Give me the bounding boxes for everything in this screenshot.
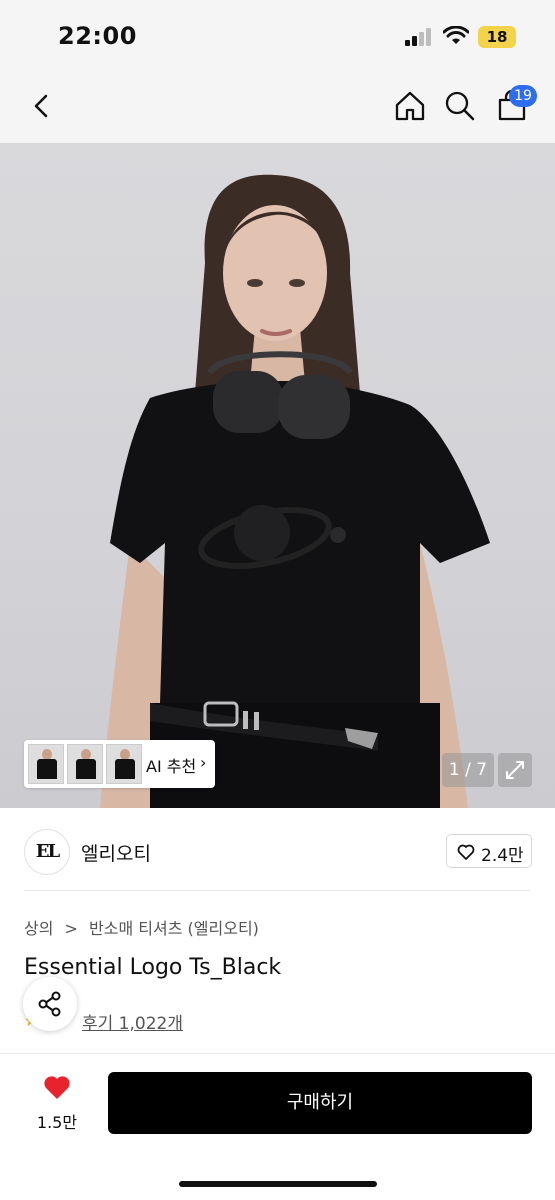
recommend-thumbnail <box>67 744 103 784</box>
back-button[interactable] <box>24 88 60 124</box>
chevron-right-icon: › <box>200 753 207 772</box>
product-image[interactable] <box>0 143 555 808</box>
status-time: 22:00 <box>58 22 137 50</box>
home-indicator <box>179 1181 377 1187</box>
breadcrumb-item[interactable]: 상의 <box>24 915 53 939</box>
brand-logo[interactable]: EL <box>24 829 70 875</box>
share-button[interactable] <box>23 977 77 1031</box>
section-divider <box>24 890 531 891</box>
breadcrumb-item[interactable]: 반소매 티셔츠 (엘리오티) <box>89 915 259 939</box>
wishlist-button[interactable]: 1.5만 <box>28 1073 86 1133</box>
ai-recommend-label: AI 추천 <box>146 757 197 776</box>
ai-recommend-button[interactable]: AI 추천 › <box>24 740 215 788</box>
recommend-thumbnail <box>28 744 64 784</box>
review-link[interactable]: 후기 1,022개 <box>82 1009 183 1034</box>
breadcrumb-separator: > <box>64 919 78 938</box>
brand-like-button[interactable]: 2.4만 <box>446 834 532 868</box>
share-icon <box>38 991 61 1017</box>
top-nav-bar <box>0 70 555 143</box>
buy-button[interactable]: 구매하기 <box>108 1072 532 1134</box>
battery-icon: 18 <box>478 26 516 48</box>
expand-button[interactable] <box>498 753 532 787</box>
heart-filled-icon <box>44 1076 70 1099</box>
brand-name[interactable]: 엘리오티 <box>81 839 151 866</box>
cart-count-badge: 19 <box>509 85 537 107</box>
recommend-thumbnail <box>106 744 142 784</box>
search-button[interactable] <box>442 88 478 124</box>
model-photo <box>100 174 490 808</box>
breadcrumb: 상의 > 반소매 티셔츠 (엘리오티) <box>24 915 259 939</box>
wishlist-count: 1.5만 <box>36 1113 78 1132</box>
wifi-icon <box>443 26 469 44</box>
image-page-counter: 1 / 7 <box>442 753 494 787</box>
cellular-signal-icon <box>405 28 435 46</box>
status-bar: 22:00 18 <box>0 0 555 70</box>
brand-like-count: 2.4만 <box>481 846 524 866</box>
product-title: Essential Logo Ts_Black <box>24 955 282 980</box>
heart-outline-icon <box>457 844 475 860</box>
bottom-bar-divider <box>0 1053 555 1054</box>
home-button[interactable] <box>392 88 428 124</box>
